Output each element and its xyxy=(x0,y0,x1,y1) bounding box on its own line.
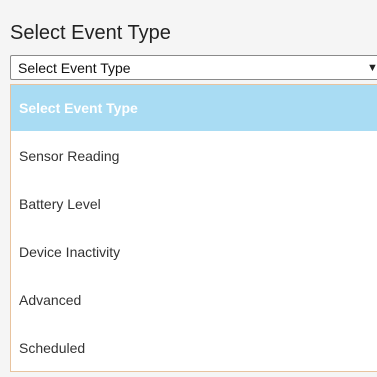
event-type-dropdown-list: Select Event Type Sensor Reading Battery… xyxy=(10,84,377,372)
select-current-value: Select Event Type xyxy=(18,60,131,76)
triangle-down-icon: ▼ xyxy=(367,62,377,74)
option-scheduled[interactable]: Scheduled xyxy=(11,325,377,371)
option-advanced[interactable]: Advanced xyxy=(11,277,377,323)
option-select-event-type[interactable]: Select Event Type xyxy=(11,85,377,131)
event-type-label: Select Event Type xyxy=(10,22,171,44)
event-type-select[interactable]: Select Event Type ▼ xyxy=(10,55,377,80)
option-battery-level[interactable]: Battery Level xyxy=(11,181,377,227)
event-type-panel: Select Event Type Select Event Type ▼ Se… xyxy=(0,0,377,377)
option-device-inactivity[interactable]: Device Inactivity xyxy=(11,229,377,275)
option-sensor-reading[interactable]: Sensor Reading xyxy=(11,133,377,179)
